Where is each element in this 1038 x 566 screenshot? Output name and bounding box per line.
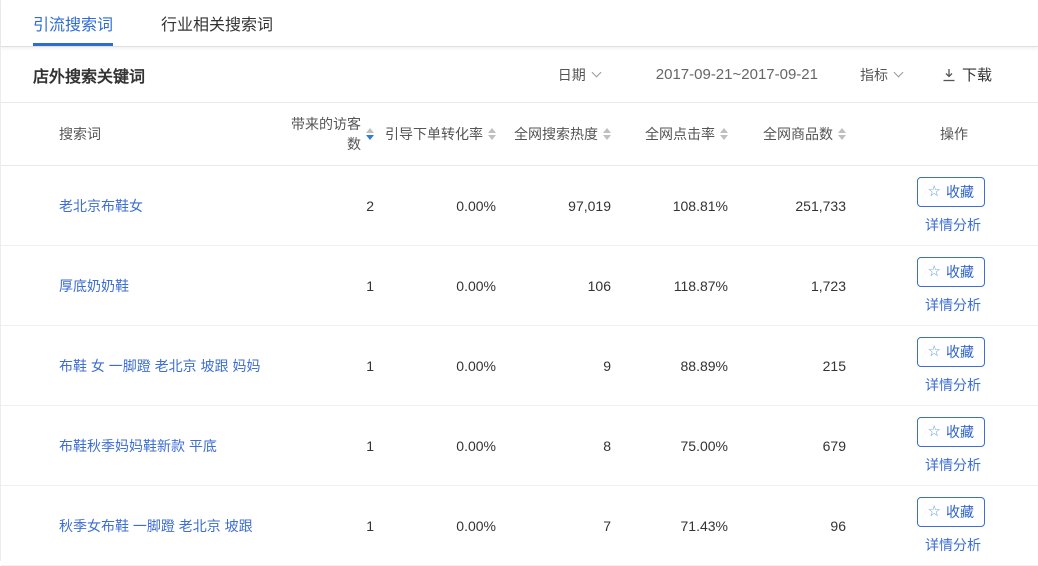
column-header-search-heat[interactable]: 全网搜索热度 xyxy=(496,124,611,144)
conversion-value: 0.00% xyxy=(374,518,496,534)
favorite-button[interactable]: ☆ 收藏 xyxy=(917,337,985,367)
keyword-link[interactable]: 布鞋 女 一脚蹬 老北京 坡跟 妈妈 xyxy=(59,358,260,374)
section-header: 店外搜索关键词 日期 2017-09-21~2017-09-21 指标 下载 xyxy=(1,47,1038,103)
table-row: 秋季女布鞋 一脚蹬 老北京 坡跟 1 0.00% 7 71.43% 96 ☆ 收… xyxy=(1,486,1038,566)
table-row: 布鞋 女 一脚蹬 老北京 坡跟 妈妈 1 0.00% 9 88.89% 215 … xyxy=(1,326,1038,406)
product-count-value: 96 xyxy=(728,518,846,534)
tab-bar: 引流搜索词 行业相关搜索词 xyxy=(1,0,1038,47)
keyword-link[interactable]: 厚底奶奶鞋 xyxy=(59,278,129,294)
sort-icon[interactable] xyxy=(603,128,611,140)
column-label: 引导下单转化率 xyxy=(385,124,483,144)
sort-icon[interactable] xyxy=(488,128,496,140)
product-count-value: 215 xyxy=(728,358,846,374)
keyword-link[interactable]: 老北京布鞋女 xyxy=(59,198,143,214)
column-header-keyword: 搜索词 xyxy=(59,124,289,144)
column-label: 带来的访客数 xyxy=(289,114,361,154)
metrics-dropdown-label: 指标 xyxy=(860,65,888,85)
date-range-value[interactable]: 2017-09-21~2017-09-21 xyxy=(656,66,818,83)
product-count-value: 251,733 xyxy=(728,198,846,214)
keyword-link[interactable]: 秋季女布鞋 一脚蹬 老北京 坡跟 xyxy=(59,518,253,534)
column-header-actions: 操作 xyxy=(846,124,990,144)
favorite-button[interactable]: ☆ 收藏 xyxy=(917,417,985,447)
column-label: 全网搜索热度 xyxy=(514,124,598,144)
favorite-button[interactable]: ☆ 收藏 xyxy=(917,257,985,287)
favorite-label: 收藏 xyxy=(946,182,974,202)
metrics-dropdown[interactable]: 指标 xyxy=(860,65,902,85)
column-header-click-rate[interactable]: 全网点击率 xyxy=(611,124,728,144)
favorite-label: 收藏 xyxy=(946,262,974,282)
row-actions: ☆ 收藏 详情分析 xyxy=(846,417,990,475)
search-heat-value: 9 xyxy=(496,358,611,374)
star-icon: ☆ xyxy=(928,424,941,439)
visitors-value: 1 xyxy=(289,358,374,374)
favorite-label: 收藏 xyxy=(946,422,974,442)
favorite-button[interactable]: ☆ 收藏 xyxy=(917,177,985,207)
chevron-down-icon xyxy=(591,68,601,78)
sort-icon[interactable] xyxy=(838,128,846,140)
download-label: 下载 xyxy=(962,64,992,85)
visitors-value: 1 xyxy=(289,278,374,294)
product-count-value: 1,723 xyxy=(728,278,846,294)
star-icon: ☆ xyxy=(928,504,941,519)
sort-icon[interactable] xyxy=(720,128,728,140)
star-icon: ☆ xyxy=(928,184,941,199)
favorite-button[interactable]: ☆ 收藏 xyxy=(917,497,985,527)
tab-label: 行业相关搜索词 xyxy=(161,11,273,35)
tab-industry-search-words[interactable]: 行业相关搜索词 xyxy=(161,0,273,46)
column-header-product-count[interactable]: 全网商品数 xyxy=(728,124,846,144)
download-icon xyxy=(942,68,956,82)
download-button[interactable]: 下载 xyxy=(942,64,992,85)
column-label: 操作 xyxy=(940,124,968,144)
column-label: 搜索词 xyxy=(59,124,101,144)
click-rate-value: 88.89% xyxy=(611,358,728,374)
row-actions: ☆ 收藏 详情分析 xyxy=(846,177,990,235)
product-count-value: 679 xyxy=(728,438,846,454)
conversion-value: 0.00% xyxy=(374,358,496,374)
tab-traffic-search-words[interactable]: 引流搜索词 xyxy=(33,0,113,46)
favorite-label: 收藏 xyxy=(946,502,974,522)
detail-analysis-link[interactable]: 详情分析 xyxy=(925,535,981,555)
column-header-conversion[interactable]: 引导下单转化率 xyxy=(374,124,496,144)
detail-analysis-link[interactable]: 详情分析 xyxy=(925,375,981,395)
date-dropdown-label: 日期 xyxy=(558,65,586,85)
visitors-value: 2 xyxy=(289,198,374,214)
visitors-value: 1 xyxy=(289,518,374,534)
tab-label: 引流搜索词 xyxy=(33,11,113,35)
date-dropdown[interactable]: 日期 xyxy=(558,65,600,85)
visitors-value: 1 xyxy=(289,438,374,454)
search-heat-value: 7 xyxy=(496,518,611,534)
search-heat-value: 106 xyxy=(496,278,611,294)
detail-analysis-link[interactable]: 详情分析 xyxy=(925,455,981,475)
column-label: 全网点击率 xyxy=(645,124,715,144)
table-row: 老北京布鞋女 2 0.00% 97,019 108.81% 251,733 ☆ … xyxy=(1,166,1038,246)
table-row: 布鞋秋季妈妈鞋新款 平底 1 0.00% 8 75.00% 679 ☆ 收藏 详… xyxy=(1,406,1038,486)
click-rate-value: 118.87% xyxy=(611,278,728,294)
row-actions: ☆ 收藏 详情分析 xyxy=(846,497,990,555)
chevron-down-icon xyxy=(894,68,904,78)
page-title: 店外搜索关键词 xyxy=(33,63,145,87)
favorite-label: 收藏 xyxy=(946,342,974,362)
row-actions: ☆ 收藏 详情分析 xyxy=(846,337,990,395)
table-row: 厚底奶奶鞋 1 0.00% 106 118.87% 1,723 ☆ 收藏 详情分… xyxy=(1,246,1038,326)
search-heat-value: 8 xyxy=(496,438,611,454)
conversion-value: 0.00% xyxy=(374,438,496,454)
conversion-value: 0.00% xyxy=(374,278,496,294)
search-heat-value: 97,019 xyxy=(496,198,611,214)
toolbar: 日期 2017-09-21~2017-09-21 指标 下载 xyxy=(558,64,992,85)
sort-icon[interactable] xyxy=(366,128,374,140)
conversion-value: 0.00% xyxy=(374,198,496,214)
column-header-visitors[interactable]: 带来的访客数 xyxy=(289,114,374,154)
click-rate-value: 71.43% xyxy=(611,518,728,534)
star-icon: ☆ xyxy=(928,344,941,359)
click-rate-value: 108.81% xyxy=(611,198,728,214)
table-header-row: 搜索词 带来的访客数 引导下单转化率 全网搜索热度 全网点击率 全网商品数 操作 xyxy=(1,103,1038,166)
detail-analysis-link[interactable]: 详情分析 xyxy=(925,215,981,235)
keyword-link[interactable]: 布鞋秋季妈妈鞋新款 平底 xyxy=(59,438,217,454)
keywords-table: 搜索词 带来的访客数 引导下单转化率 全网搜索热度 全网点击率 全网商品数 操作… xyxy=(1,103,1038,566)
star-icon: ☆ xyxy=(928,264,941,279)
click-rate-value: 75.00% xyxy=(611,438,728,454)
detail-analysis-link[interactable]: 详情分析 xyxy=(925,295,981,315)
row-actions: ☆ 收藏 详情分析 xyxy=(846,257,990,315)
column-label: 全网商品数 xyxy=(763,124,833,144)
